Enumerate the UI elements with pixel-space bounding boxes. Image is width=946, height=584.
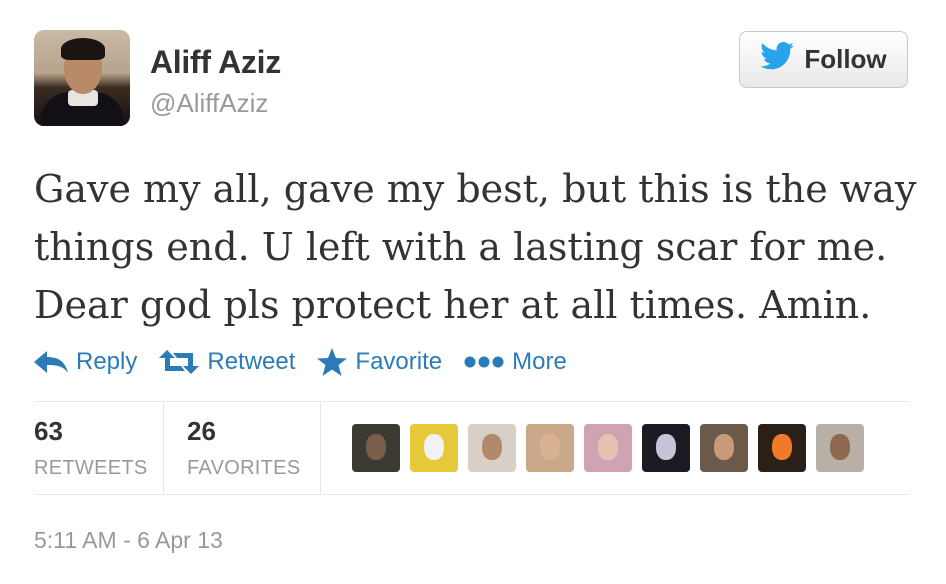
divider — [34, 401, 910, 402]
more-dots-icon — [464, 355, 504, 369]
favoriter-avatar[interactable] — [816, 424, 864, 472]
reply-icon — [34, 351, 68, 373]
retweet-count-value: 63 — [34, 416, 63, 446]
retweet-label: Retweet — [207, 348, 296, 375]
favoriter-avatar[interactable] — [758, 424, 806, 472]
tweet-line: Dear god pls protect her at all times. A… — [34, 283, 872, 327]
favoriter-avatar-face — [366, 434, 386, 460]
favorite-count-value: 26 — [187, 416, 216, 446]
tweet-line: things end. U left with a lasting scar f… — [34, 225, 888, 269]
favoriter-avatar-face — [830, 434, 850, 460]
favoriter-avatar[interactable] — [700, 424, 748, 472]
favoriter-avatar-face — [424, 434, 444, 460]
more-button[interactable]: More — [464, 348, 567, 376]
tweet-actions: Reply Retweet Favorite More — [34, 342, 589, 382]
favoriter-avatar-face — [482, 434, 502, 460]
retweet-count[interactable]: 63 RETWEETS — [34, 416, 148, 480]
retweet-icon — [159, 350, 200, 374]
favoriter-avatar[interactable] — [410, 424, 458, 472]
follow-button[interactable]: Follow — [739, 31, 908, 88]
favorite-button[interactable]: Favorite — [317, 348, 442, 376]
tweet-line: Gave my all, gave my best, but this is t… — [34, 167, 917, 211]
user-handle[interactable]: @AliffAziz — [150, 88, 268, 119]
reply-button[interactable]: Reply — [34, 348, 137, 376]
favoriter-avatar[interactable] — [468, 424, 516, 472]
favoriter-avatar-face — [714, 434, 734, 460]
retweet-button[interactable]: Retweet — [159, 348, 295, 376]
favorite-count-label: FAVORITES — [187, 457, 301, 479]
favoriter-avatar-face — [772, 434, 792, 460]
twitter-bird-icon — [760, 42, 795, 77]
tweet-card: Aliff Aziz @AliffAziz Follow Gave my all… — [0, 0, 946, 584]
favoriter-avatar[interactable] — [526, 424, 574, 472]
follow-button-label: Follow — [804, 44, 887, 74]
favoriter-avatar[interactable] — [642, 424, 690, 472]
tweet-text: Gave my all, gave my best, but this is t… — [34, 160, 924, 334]
favoriter-avatar-face — [598, 434, 618, 460]
tweet-timestamp[interactable]: 5:11 AM - 6 Apr 13 — [34, 527, 223, 554]
reply-label: Reply — [76, 348, 138, 375]
avatar[interactable] — [34, 30, 130, 126]
favoriters-avatars — [352, 424, 864, 472]
favorite-star-icon — [317, 348, 348, 376]
more-label: More — [512, 348, 567, 375]
stat-separator — [163, 402, 164, 494]
favorite-label: Favorite — [355, 348, 443, 375]
favoriter-avatar[interactable] — [352, 424, 400, 472]
favoriter-avatar[interactable] — [584, 424, 632, 472]
favoriter-avatar-face — [656, 434, 676, 460]
avatar-hair — [61, 38, 105, 60]
favorite-count[interactable]: 26 FAVORITES — [187, 416, 300, 480]
stat-separator — [320, 402, 321, 494]
retweet-count-label: RETWEETS — [34, 457, 148, 479]
favoriter-avatar-face — [540, 434, 560, 460]
user-name[interactable]: Aliff Aziz — [150, 44, 281, 81]
divider — [34, 494, 910, 495]
